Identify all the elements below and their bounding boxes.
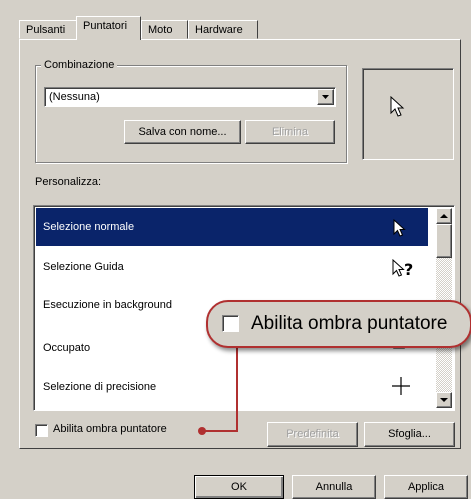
list-item[interactable]: Selezione normale [36, 208, 428, 246]
ok-label: OK [231, 481, 247, 493]
scroll-up-button[interactable] [436, 208, 452, 224]
browse-label: Sfoglia... [388, 428, 431, 440]
tab-puntatori[interactable]: Puntatori [76, 16, 141, 40]
cancel-button[interactable]: Annulla [292, 475, 376, 499]
tab-label: Hardware [195, 24, 243, 36]
callout-checkbox [222, 315, 239, 332]
scroll-down-button[interactable] [436, 392, 452, 408]
callout-label: Abilita ombra puntatore [251, 313, 448, 334]
tab-label: Pulsanti [26, 24, 66, 36]
list-item-label: Selezione di precisione [43, 381, 157, 393]
tab-pulsanti[interactable]: Pulsanti [19, 20, 77, 39]
list-item[interactable]: Selezione Guida ? [36, 248, 428, 286]
pointer-shadow-checkbox[interactable] [35, 424, 48, 437]
delete-label: Elimina [271, 126, 309, 138]
save-as-button[interactable]: Salva con nome... [124, 120, 241, 144]
scheme-group-label: Combinazione [41, 58, 118, 72]
callout-connector [198, 346, 238, 435]
list-item-label: Selezione normale [43, 221, 135, 233]
tab-label: Puntatori [83, 20, 128, 32]
cancel-label: Annulla [315, 481, 353, 493]
arrow-cursor-icon [393, 219, 406, 237]
cursor-preview [362, 68, 454, 160]
customize-label: Personalizza: [35, 176, 102, 188]
delete-button: Elimina [245, 120, 335, 144]
chevron-down-icon [440, 398, 448, 402]
tab-moto[interactable]: Moto [141, 20, 188, 39]
arrow-cursor-icon [390, 96, 405, 117]
ok-button[interactable]: OK [194, 475, 284, 499]
tab-label: Moto [148, 24, 173, 36]
apply-button[interactable]: Applica [384, 475, 468, 499]
apply-label: Applica [407, 481, 445, 493]
tab-hardware[interactable]: Hardware [188, 20, 258, 39]
shadow-callout: Abilita ombra puntatore [206, 300, 471, 348]
dropdown-arrow-button[interactable] [317, 89, 334, 105]
svg-text:?: ? [404, 260, 413, 279]
save-as-label: Salva con nome... [138, 126, 227, 138]
browse-button[interactable]: Sfoglia... [364, 422, 455, 447]
list-item-label: Occupato [43, 342, 91, 354]
list-item-label: Selezione Guida [43, 261, 124, 273]
help-cursor-icon: ? [392, 259, 413, 279]
scheme-group [35, 65, 347, 163]
chevron-down-icon [322, 95, 329, 99]
list-item-label: Esecuzione in background [43, 299, 173, 311]
crosshair-cursor-icon [392, 377, 410, 395]
chevron-up-icon [440, 214, 448, 218]
default-button: Predefinita [267, 422, 358, 447]
scheme-dropdown-value: (Nessuna) [49, 91, 100, 103]
pointer-shadow-label[interactable]: Abilita ombra puntatore [53, 423, 167, 435]
scheme-dropdown[interactable]: (Nessuna) [44, 87, 336, 107]
scroll-thumb[interactable] [436, 224, 452, 258]
default-label: Predefinita [286, 428, 339, 440]
